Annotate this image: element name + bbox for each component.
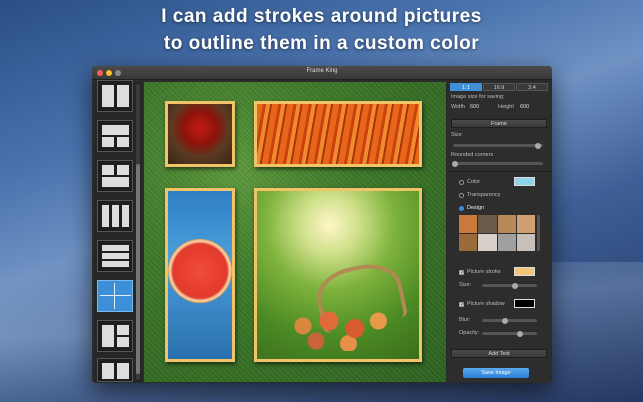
divider (448, 171, 550, 172)
design-radio[interactable] (459, 206, 464, 211)
texture-scrollbar[interactable] (537, 215, 540, 251)
sidebar-scrollbar[interactable] (136, 84, 140, 380)
frame-section-header: Frame (451, 119, 547, 128)
frame-size-slider[interactable] (453, 142, 543, 149)
shadow-blur-label: Blur: (459, 317, 471, 323)
background-color-swatch[interactable] (514, 177, 535, 186)
photo-apple-basket[interactable] (254, 188, 422, 362)
headline-line-2: to outline them in a custom color (163, 33, 480, 54)
height-label: Height (498, 104, 514, 110)
texture-bricks[interactable] (497, 215, 516, 233)
collage-canvas[interactable] (144, 82, 446, 382)
color-radio[interactable] (459, 180, 464, 185)
frame-size-label: Size (451, 132, 462, 138)
tab-ratio-1-1[interactable]: 1:1 (450, 83, 482, 91)
headline-line-1: I can add strokes around pictures (161, 6, 482, 27)
tab-ratio-16-9[interactable]: 16:9 (483, 83, 515, 91)
texture-marble[interactable] (497, 233, 516, 251)
transparency-option-label: Transparency (467, 192, 501, 198)
texture-stone[interactable] (478, 215, 497, 233)
stroke-color-swatch[interactable] (514, 267, 535, 276)
settings-panel: 1:1 16:9 3:4 Image size for saving: Widt… (448, 82, 550, 382)
shadow-blur-slider[interactable] (482, 317, 537, 324)
picture-shadow-checkbox[interactable]: ✓ (459, 302, 464, 308)
shadow-opacity-label: Opacity: (459, 330, 480, 336)
rounded-corners-slider[interactable] (452, 160, 543, 167)
width-field[interactable]: 600 (470, 104, 479, 110)
layout-thumb-2[interactable] (97, 120, 133, 152)
apples (277, 301, 407, 351)
layout-thumb-4[interactable] (97, 200, 133, 232)
layout-thumb-1[interactable] (97, 80, 133, 112)
stroke-size-slider[interactable] (482, 282, 537, 289)
texture-tiles[interactable] (478, 233, 497, 251)
design-option-label: Design (467, 205, 485, 211)
layout-thumb-7[interactable] (97, 320, 133, 352)
layout-thumb-6-selected[interactable] (97, 280, 133, 312)
texture-planks[interactable] (459, 233, 478, 251)
transparency-radio[interactable] (459, 193, 464, 198)
app-window: Frame King 1:1 16:9 3:4 Image size for s… (92, 66, 552, 383)
stroke-size-label: Size: (459, 282, 472, 288)
grapefruit-slice (168, 239, 232, 303)
picture-stroke-label: Picture stroke (467, 269, 501, 275)
width-label: Width (451, 104, 466, 110)
picture-shadow-label: Picture shadow (467, 301, 505, 307)
shadow-color-swatch[interactable] (514, 299, 535, 308)
photo-carrots[interactable] (254, 101, 422, 167)
title-bar: Frame King (92, 66, 552, 80)
layout-thumb-3[interactable] (97, 160, 133, 192)
layout-thumb-8[interactable] (97, 358, 133, 382)
layout-sidebar (94, 80, 142, 382)
shadow-opacity-slider[interactable] (482, 330, 537, 337)
window-title: Frame King (306, 68, 338, 74)
layout-thumb-5[interactable] (97, 240, 133, 272)
rounded-corners-label: Rounded corners (451, 152, 494, 158)
texture-wood[interactable] (459, 215, 478, 233)
add-text-button[interactable]: Add Text (451, 349, 547, 358)
design-texture-grid (459, 215, 535, 251)
photo-chili-peppers[interactable] (165, 101, 235, 167)
texture-parquet[interactable] (516, 215, 535, 233)
height-field[interactable]: 600 (520, 104, 529, 110)
tab-ratio-3-4[interactable]: 3:4 (516, 83, 548, 91)
picture-stroke-checkbox[interactable]: ✓ (459, 270, 464, 276)
save-image-button[interactable]: Save Image (463, 368, 529, 378)
color-option-label: Color (467, 179, 481, 185)
photo-grapefruit[interactable] (165, 188, 235, 362)
texture-pebbles[interactable] (516, 233, 535, 251)
size-label: Image size for saving: (451, 94, 505, 100)
